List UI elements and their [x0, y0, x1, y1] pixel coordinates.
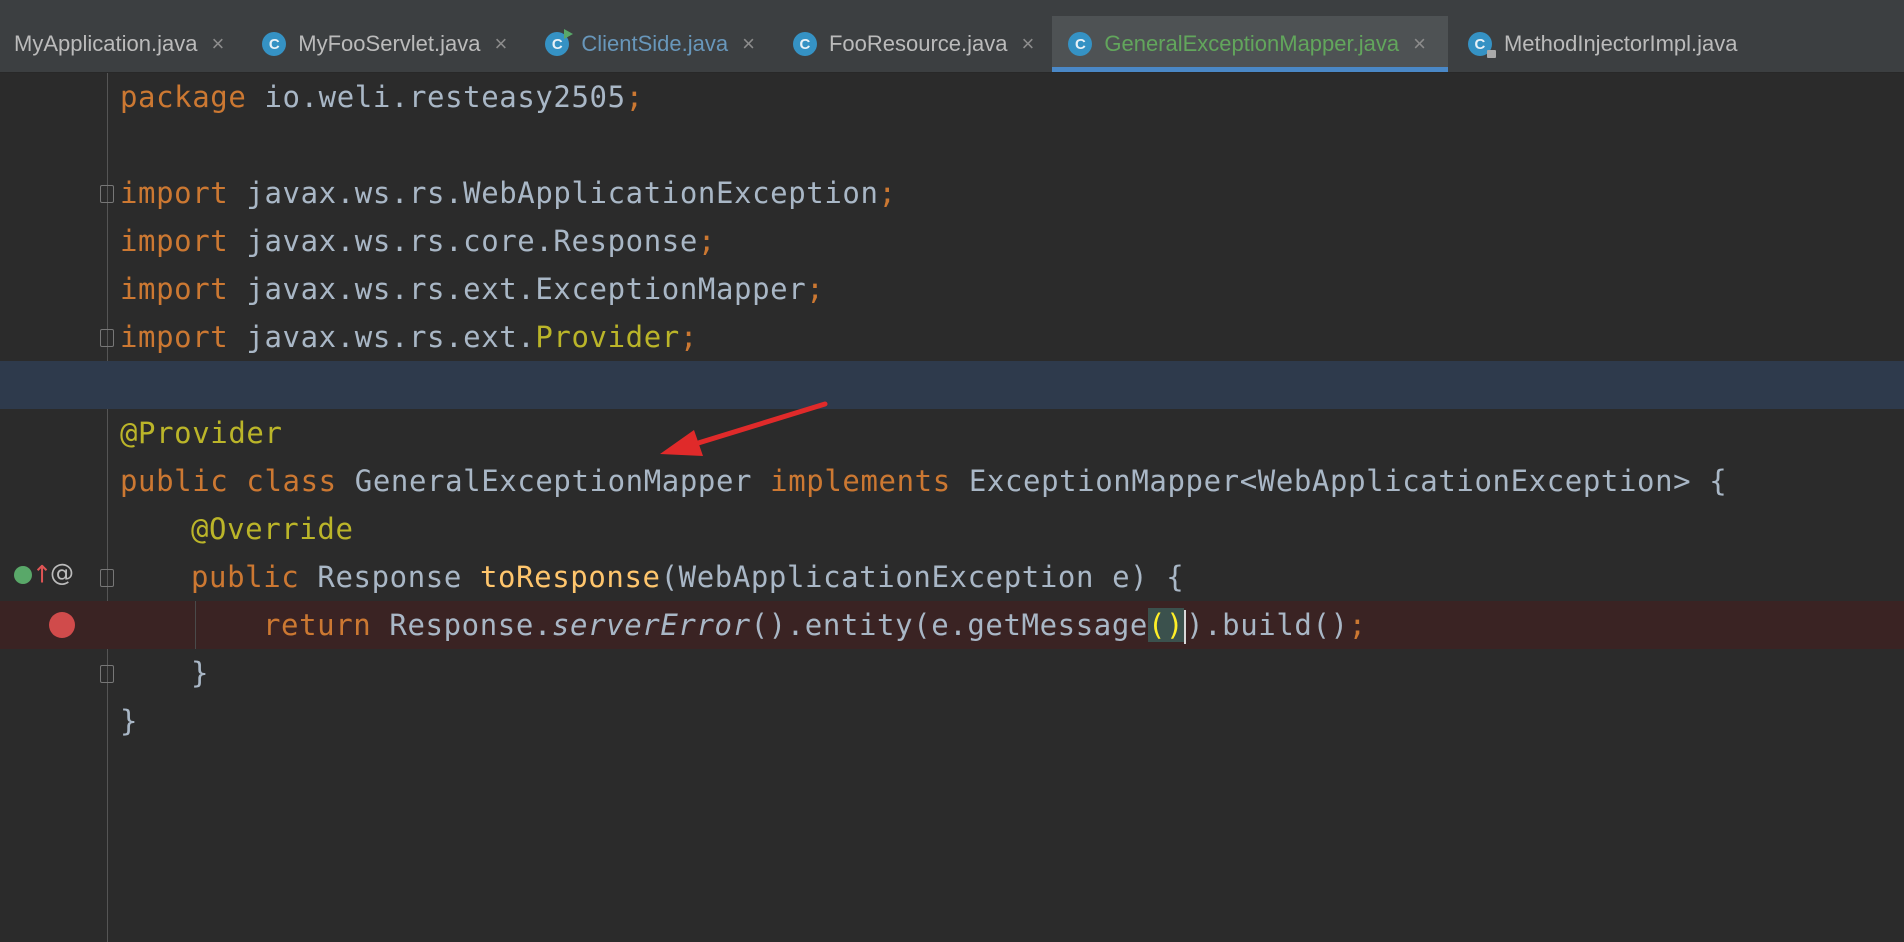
tab-label: ClientSide.java: [581, 31, 729, 56]
tab-label: MethodInjectorImpl.java: [1503, 31, 1738, 56]
class-icon: C: [262, 32, 287, 56]
tab-label: FooResource.java: [828, 31, 1008, 56]
runnable-class-icon: C: [545, 29, 574, 56]
tab-label: MyFooServlet.java: [298, 31, 481, 56]
close-icon[interactable]: ×: [742, 31, 755, 57]
close-icon[interactable]: ×: [211, 31, 224, 57]
close-icon[interactable]: ×: [494, 31, 507, 57]
editor-tab-bar: MyApplication.java × C MyFooServlet.java…: [0, 16, 1904, 73]
tab-clientside[interactable]: C ClientSide.java ×: [525, 16, 773, 72]
locked-class-icon: C: [1467, 32, 1496, 58]
close-icon[interactable]: ×: [1022, 31, 1035, 57]
tab-label: MyApplication.java: [14, 31, 198, 56]
close-icon[interactable]: ×: [1413, 31, 1426, 57]
tab-myfooservlet[interactable]: C MyFooServlet.java ×: [242, 16, 525, 72]
tab-label: GeneralExceptionMapper.java: [1104, 31, 1400, 56]
tab-methodinjectorimpl[interactable]: C MethodInjectorImpl.java: [1448, 16, 1748, 72]
lock-icon: [1486, 50, 1496, 58]
class-icon: C: [1068, 32, 1093, 56]
window-top-strip: [0, 0, 1904, 17]
class-icon: C: [792, 32, 817, 56]
red-arrow-annotation: [660, 401, 828, 456]
code-editor[interactable]: package io.weli.resteasy2505; import jav…: [0, 73, 1904, 942]
tab-fooresource[interactable]: C FooResource.java ×: [773, 16, 1052, 72]
tab-myapplication[interactable]: MyApplication.java ×: [0, 16, 242, 72]
tab-generalexceptionmapper[interactable]: C GeneralExceptionMapper.java ×: [1052, 16, 1448, 72]
run-badge-icon: [564, 29, 574, 39]
